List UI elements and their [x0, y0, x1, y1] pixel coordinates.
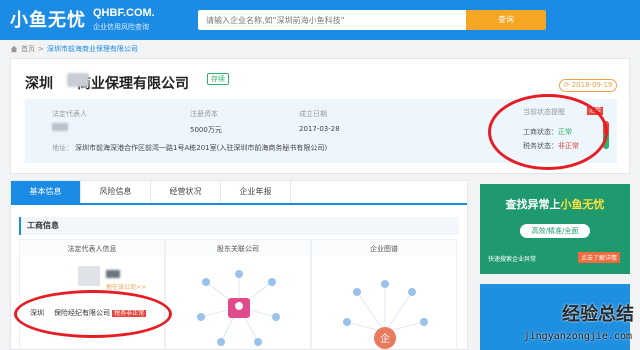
enterprise-graph-column-title: 企业图谱	[312, 240, 456, 256]
highlight-ellipse-status	[488, 94, 608, 170]
capital-label: 注册资本	[190, 110, 218, 118]
company-name: 深圳 商业保理有限公司	[25, 73, 189, 93]
enterprise-network-graph[interactable]: 企	[332, 262, 438, 350]
update-date-badge: ⟳ 2018-09-19	[559, 79, 617, 92]
promo-title-main: 查找异常上	[505, 198, 561, 211]
status-tag: 存续	[207, 73, 229, 85]
watermark-brand: 经验总结	[562, 304, 634, 325]
breadcrumb-home[interactable]: 首页	[21, 44, 35, 54]
related-company-link[interactable]: 他在该公司>>	[106, 282, 146, 291]
redacted-legal-rep	[52, 123, 68, 131]
refresh-icon: ⟳	[563, 81, 572, 89]
founded-label: 成立日期	[299, 110, 327, 118]
highlight-ellipse-company	[14, 290, 172, 338]
shareholder-column: 股东关联公司	[165, 239, 311, 350]
promo-title-highlight: 小鱼无忧	[560, 198, 605, 211]
enterprise-graph-column: 企业图谱 企	[311, 239, 457, 350]
redacted-name-block	[67, 73, 89, 87]
breadcrumb-current[interactable]: 深圳市前海商业保理有限公司	[47, 44, 138, 54]
breadcrumb-separator: >	[38, 45, 44, 53]
search-button[interactable]: 查询	[466, 10, 546, 30]
tab-operations[interactable]: 经营状况	[151, 181, 221, 203]
promo-pill: 高效/精准/全面	[520, 224, 590, 238]
promo-footer-text: 快速搜索企业异常	[488, 256, 537, 263]
watermark-url: jingyanzongjie.com	[523, 331, 632, 342]
logo-domain: QHBF.COM.	[93, 7, 155, 19]
legal-rep-label: 法定代表人	[52, 110, 87, 118]
logo[interactable]: 小鱼无忧	[10, 6, 86, 32]
update-date: 2018-09-19	[571, 81, 613, 89]
promo-title: 查找异常上小鱼无忧	[480, 196, 630, 212]
avatar	[78, 266, 100, 286]
logo-tagline: 企业信用风险查询	[93, 23, 149, 31]
breadcrumb: 首页 > 深圳市前海商业保理有限公司	[10, 44, 138, 54]
search-input[interactable]	[198, 10, 466, 30]
shareholder-network-graph[interactable]	[186, 262, 292, 350]
section-title: 工商信息	[19, 217, 459, 235]
address-label: 地址：	[52, 144, 73, 152]
tab-annual-report[interactable]: 企业年报	[221, 181, 291, 203]
shareholder-column-title: 股东关联公司	[166, 240, 310, 256]
promo-learn-more-button[interactable]: 点击了解详情	[578, 252, 621, 263]
tab-basic-info[interactable]: 基本信息	[11, 181, 81, 203]
promo-banner[interactable]: 查找异常上小鱼无忧 高效/精准/全面 快速搜索企业异常 点击了解详情	[480, 184, 630, 274]
tab-risk-info[interactable]: 风险信息	[81, 181, 151, 203]
top-header: 小鱼无忧 QHBF.COM. 企业信用风险查询 查询	[0, 0, 640, 40]
capital-value: 5000万元	[190, 126, 222, 134]
redacted-rep-name	[106, 270, 120, 278]
company-name-suffix: 商业保理有限公司	[77, 76, 189, 92]
home-icon	[10, 45, 18, 53]
tab-bar: 基本信息 风险信息 经营状况 企业年报	[11, 181, 467, 205]
founded-value: 2017-03-28	[299, 125, 340, 133]
company-name-prefix: 深圳	[25, 76, 53, 92]
address-value: 深圳市前海深港合作区前湾一路1号A栋201室(入驻深圳市前海商务秘书有限公司)	[75, 144, 328, 152]
legal-rep-column-title: 法定代表人信息	[20, 240, 164, 256]
svg-text:企: 企	[380, 332, 390, 345]
